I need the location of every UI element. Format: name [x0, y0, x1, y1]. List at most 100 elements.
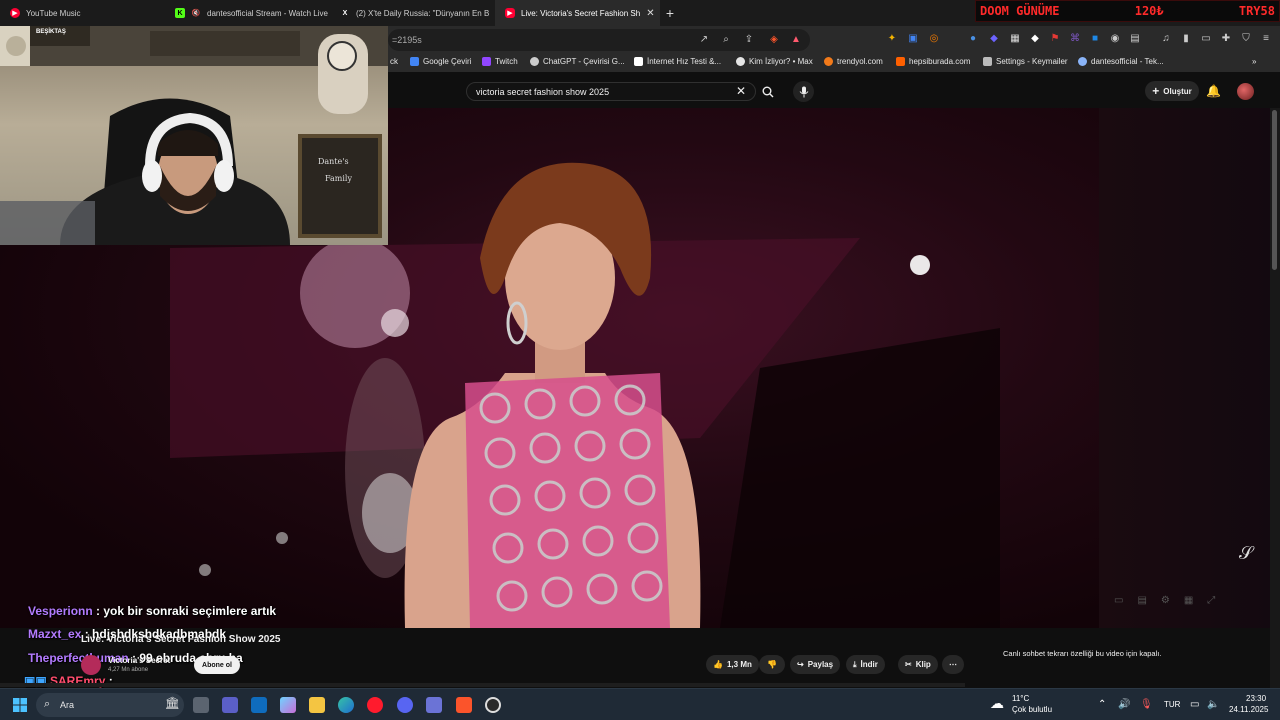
extension-icon-10[interactable]: ■	[1089, 33, 1101, 45]
horizontal-scrollbar[interactable]	[0, 683, 965, 687]
channel-name[interactable]: Victoria's Secret	[108, 656, 170, 665]
clip-button[interactable]: ✂ Klip	[898, 655, 938, 674]
clear-search-icon[interactable]: ✕	[736, 84, 746, 98]
extension-icon-12[interactable]: ▤	[1129, 33, 1141, 45]
bookmark-hepsiburada[interactable]: hepsiburada.com	[896, 57, 970, 66]
bookmark-speed-test[interactable]: İnternet Hız Testi &...	[634, 57, 721, 66]
account-avatar[interactable]	[1237, 83, 1254, 100]
file-explorer-icon[interactable]	[309, 697, 325, 713]
menu-icon[interactable]: ≡	[1260, 33, 1272, 45]
more-actions-button[interactable]: ⋯	[942, 655, 964, 674]
webcam-scene: Dante's Family	[0, 26, 388, 245]
edge-icon[interactable]	[338, 697, 354, 713]
search-icon	[762, 86, 774, 97]
network-icon[interactable]: ▭	[1190, 699, 1199, 710]
windows-start-icon[interactable]	[13, 698, 27, 712]
extension-icon-3[interactable]: ◎	[928, 33, 940, 45]
extension-icon-7[interactable]: ◆	[1029, 33, 1041, 45]
search-button[interactable]	[757, 82, 779, 101]
open-external-icon[interactable]: ↗	[698, 34, 710, 46]
tab-kick-stream[interactable]: K 🔇 dantesofficial Stream - Watch Live	[165, 0, 330, 26]
clock-time[interactable]: 23:30	[1246, 694, 1266, 703]
bookmark-truncated[interactable]: ck	[390, 57, 398, 66]
weather-desc[interactable]: Çok bulutlu	[1012, 705, 1052, 714]
brave-rewards-icon[interactable]: ▲	[790, 34, 802, 46]
share-icon: ↪	[797, 660, 804, 669]
task-view-icon[interactable]	[193, 697, 209, 713]
language-indicator[interactable]: TUR	[1164, 700, 1180, 709]
new-tab-button[interactable]: +	[660, 5, 680, 21]
extension-icon-11[interactable]: ◉	[1109, 33, 1121, 45]
microphone-icon[interactable]: 🎙	[1140, 699, 1153, 710]
opera-icon[interactable]	[367, 697, 383, 713]
outlook-icon[interactable]	[251, 697, 267, 713]
max-icon	[736, 57, 745, 66]
share-icon[interactable]: ⇪	[743, 34, 755, 46]
vpn-icon[interactable]: ◆	[988, 33, 1000, 45]
dislike-button[interactable]: 👎	[759, 655, 785, 674]
weather-temp[interactable]: 11°C	[1012, 694, 1029, 703]
copilot-icon[interactable]	[280, 697, 296, 713]
scrollbar-thumb[interactable]	[1272, 110, 1277, 270]
bookmark-google-translate[interactable]: Google Çeviri	[410, 57, 471, 66]
obs-icon[interactable]	[485, 697, 501, 713]
discord-icon[interactable]	[397, 697, 413, 713]
volume-icon[interactable]: 🔊	[1118, 699, 1130, 710]
extensions-icon[interactable]: ✚	[1220, 33, 1232, 45]
extension-icon-1[interactable]: ✦	[886, 33, 898, 45]
extension-icon-4[interactable]: ●	[967, 33, 979, 45]
translate-extension-icon[interactable]: ▣	[907, 33, 919, 45]
kick-icon: K	[175, 8, 185, 18]
bookmark-keymailer[interactable]: Settings - Keymailer	[983, 57, 1068, 66]
download-icon: ⤓	[853, 659, 857, 669]
brave-shield-icon[interactable]: ◈	[768, 34, 780, 46]
tab-youtube-active[interactable]: ▶ Live: Victoria's Secret Fashion Sh ✕	[495, 0, 660, 26]
taskbar-search[interactable]: ⌕ Ara 🏛	[36, 693, 184, 717]
download-button[interactable]: ⤓ İndir	[846, 655, 885, 674]
tab-x-post[interactable]: X (2) X'te Daily Russia: "Dünyanın En B	[330, 0, 495, 26]
bookmark-max[interactable]: Kim İzliyor? • Max	[736, 57, 813, 66]
like-button[interactable]: 👍 1,3 Mn	[706, 655, 759, 674]
teams-icon[interactable]	[222, 697, 238, 713]
notifications-bell-icon[interactable]: 🔔	[1206, 84, 1221, 98]
music-icon[interactable]: ♫	[1160, 33, 1172, 45]
chatgpt-icon	[530, 57, 539, 66]
brave-browser-icon[interactable]	[456, 697, 472, 713]
bookmark-chatgpt[interactable]: ChatGPT - Çevirisi G...	[530, 57, 625, 66]
sidebar-icon[interactable]: ▮	[1180, 33, 1192, 45]
keymailer-icon	[983, 57, 992, 66]
vs-logo-icon: 𝒮	[1239, 543, 1253, 563]
close-tab-icon[interactable]: ✕	[646, 8, 654, 19]
subscribe-button[interactable]: Abone ol	[194, 656, 240, 674]
snipping-tool-icon[interactable]	[426, 697, 442, 713]
voice-search-button[interactable]	[793, 81, 814, 102]
chat-username: Vesperionn	[28, 604, 93, 618]
search-query: victoria secret fashion show 2025	[476, 86, 610, 97]
more-bookmarks-icon[interactable]: »	[1252, 57, 1256, 66]
banner-total: TRY58	[1238, 4, 1275, 18]
wallet-icon[interactable]: ▭	[1200, 33, 1212, 45]
create-button[interactable]: + Oluştur	[1145, 81, 1199, 101]
thumbs-up-icon: 👍	[713, 660, 723, 669]
search-input[interactable]: victoria secret fashion show 2025	[466, 82, 756, 101]
vpn-shield-icon[interactable]: ⛉	[1240, 33, 1252, 45]
zoom-icon[interactable]: ⌕	[720, 34, 732, 46]
extension-icon-9[interactable]: ⌘	[1069, 33, 1081, 45]
clock-date[interactable]: 24.11.2025	[1229, 705, 1268, 714]
muted-speaker-icon[interactable]: 🔇	[191, 8, 201, 18]
tab-label: YouTube Music	[26, 8, 81, 18]
weather-icon[interactable]: ☁	[990, 695, 1004, 712]
banner-amount: 120₺	[1134, 4, 1164, 18]
channel-avatar[interactable]	[81, 655, 101, 675]
speaker-icon[interactable]: 🔈	[1207, 699, 1219, 710]
share-button[interactable]: ↪ Paylaş	[790, 655, 841, 674]
tab-youtube-music[interactable]: ▶ YouTube Music	[0, 0, 165, 26]
bookmark-trendyol[interactable]: trendyol.com	[824, 57, 883, 66]
address-bar[interactable]: =2195s ↗ ⌕ ⇪ ◈ ▲	[388, 29, 810, 51]
bookmark-twitch[interactable]: Twitch	[482, 57, 518, 66]
taskbar-search-placeholder: Ara	[60, 700, 75, 710]
chevron-up-icon[interactable]: ⌃	[1098, 699, 1106, 710]
extension-icon-6[interactable]: ▦	[1009, 33, 1021, 45]
bookmark-dantesofficial[interactable]: dantesofficial - Tek...	[1078, 57, 1164, 66]
extension-icon-8[interactable]: ⚑	[1049, 33, 1061, 45]
